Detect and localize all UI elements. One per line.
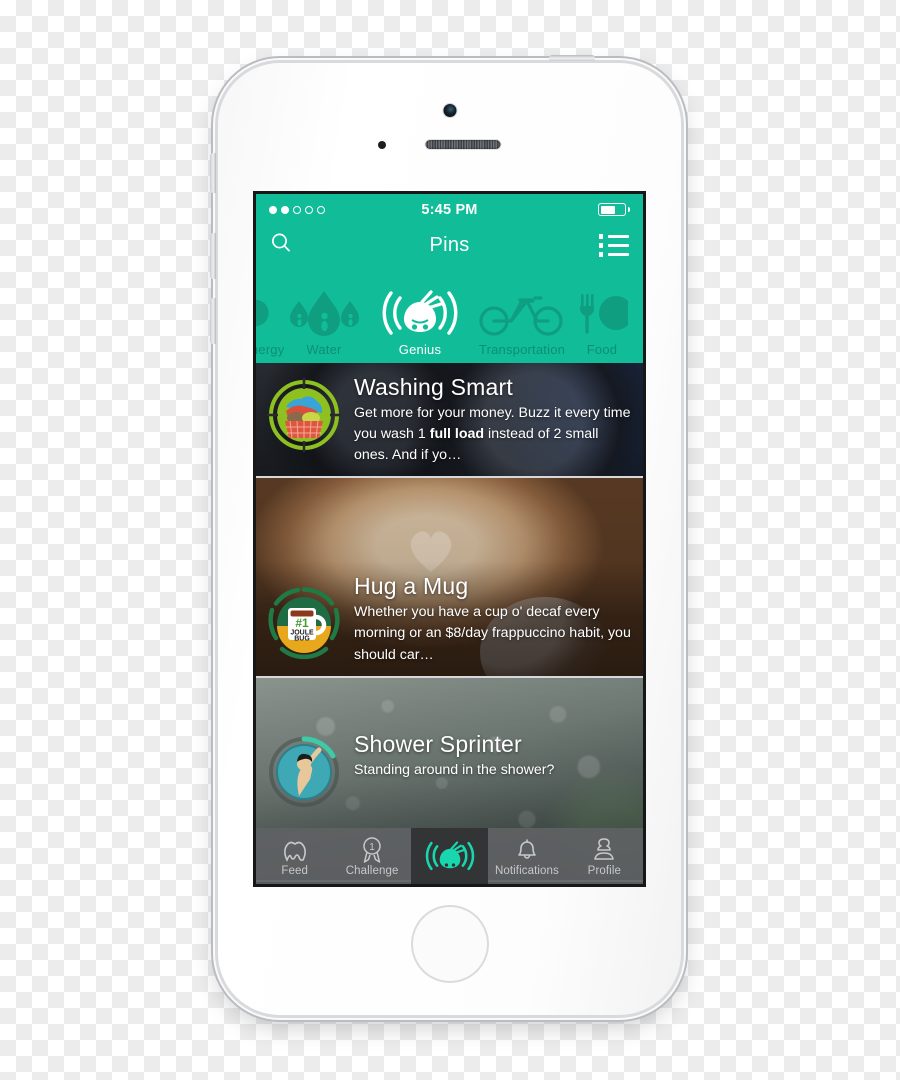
water-drop-icon xyxy=(276,284,372,342)
tab-label: Challenge xyxy=(345,864,399,877)
signal-dot-1 xyxy=(269,205,277,214)
card-title: Shower Sprinter xyxy=(354,731,522,757)
signal-dot-5 xyxy=(317,205,325,214)
phone-screen: 5:45 PM Pins ergy Water Genius Transport… xyxy=(256,194,643,884)
genius-bug-icon xyxy=(372,284,468,342)
category-label: Genius xyxy=(398,342,442,357)
category-transportation[interactable]: Transportation xyxy=(468,284,576,363)
pin-card-list[interactable]: Washing Smart Get more for your money. B… xyxy=(256,363,643,884)
phone-device: 5:45 PM Pins ergy Water Genius Transport… xyxy=(210,55,681,1015)
bell-icon xyxy=(515,836,539,864)
genius-bug-icon xyxy=(423,837,477,875)
proximity-sensor xyxy=(378,141,386,149)
card-description: Get more for your money. Buzz it every t… xyxy=(354,403,635,467)
tab-label: Profile xyxy=(587,864,621,877)
category-label: Transportation xyxy=(478,342,566,357)
power-button[interactable] xyxy=(549,55,595,61)
card-text-block: Hug a Mug Whether you have a cup o' deca… xyxy=(342,572,635,666)
person-profile-icon xyxy=(592,836,616,864)
front-camera xyxy=(443,104,456,117)
tab-profile[interactable]: Profile xyxy=(566,828,643,884)
svg-text:1: 1 xyxy=(369,842,375,853)
laundry-basket-badge xyxy=(266,377,342,453)
tab-genius[interactable] xyxy=(410,828,489,884)
category-label: Water xyxy=(306,342,342,357)
search-icon[interactable] xyxy=(270,232,292,259)
canvas: 5:45 PM Pins ergy Water Genius Transport… xyxy=(0,0,900,1080)
category-water[interactable]: Water xyxy=(276,284,372,363)
desc-bold: full load xyxy=(429,426,485,443)
card-text-block: Washing Smart Get more for your money. B… xyxy=(342,373,635,467)
svg-text:#1: #1 xyxy=(295,616,309,630)
category-genius[interactable]: Genius xyxy=(372,284,468,363)
shower-person-badge xyxy=(266,734,342,810)
volume-down-button[interactable] xyxy=(210,298,216,344)
home-button[interactable] xyxy=(412,907,487,981)
signal-strength-dots xyxy=(269,205,325,214)
volume-up-button[interactable] xyxy=(210,233,216,279)
pin-card-washing-smart[interactable]: Washing Smart Get more for your money. B… xyxy=(256,363,643,478)
silent-switch[interactable] xyxy=(210,153,216,193)
tab-feed[interactable]: Feed xyxy=(256,828,333,884)
fork-knife-icon xyxy=(576,284,628,342)
bottom-tab-bar[interactable]: Feed 1 Challenge Notifications Profile xyxy=(256,828,643,884)
tab-label: Feed xyxy=(281,864,309,877)
card-description: Whether you have a cup o' decaf every mo… xyxy=(354,604,631,663)
ribbon-award-icon: 1 xyxy=(359,836,385,864)
signal-dot-4 xyxy=(305,205,313,214)
status-bar: 5:45 PM xyxy=(256,194,643,225)
card-title: Hug a Mug xyxy=(354,573,469,600)
tab-label: Notifications xyxy=(494,864,559,877)
tab-notifications[interactable]: Notifications xyxy=(488,828,565,884)
card-text-block: Shower Sprinter Standing around in the s… xyxy=(342,730,554,781)
signal-dot-3 xyxy=(293,205,301,214)
energy-icon xyxy=(256,284,276,342)
joule-bug-mug-badge: #1 JOULE BUG xyxy=(266,586,342,662)
signal-dot-2 xyxy=(281,205,289,214)
page-title: Pins xyxy=(429,234,470,256)
navigation-bar: Pins xyxy=(256,225,643,266)
category-food[interactable]: Food xyxy=(576,284,628,363)
earpiece-speaker xyxy=(425,140,500,149)
card-title: Washing Smart xyxy=(354,374,513,400)
cloud-feed-icon xyxy=(281,836,309,864)
battery-indicator xyxy=(598,203,630,216)
list-view-icon[interactable] xyxy=(598,234,629,257)
svg-text:BUG: BUG xyxy=(294,636,310,643)
card-description: Standing around in the shower? xyxy=(354,761,555,778)
bicycle-icon xyxy=(468,284,576,342)
category-label: Food xyxy=(586,342,618,357)
category-strip[interactable]: Energy xyxy=(256,266,643,363)
category-energy[interactable]: Energy xyxy=(256,284,285,363)
tab-challenge[interactable]: 1 Challenge xyxy=(333,828,410,884)
pin-card-hug-a-mug[interactable]: #1 JOULE BUG Hug a Mug Whether you have … xyxy=(256,478,643,678)
category-label: Energy xyxy=(256,342,285,357)
